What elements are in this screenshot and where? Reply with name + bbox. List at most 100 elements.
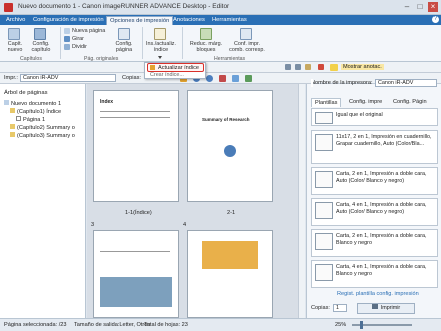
- tab-config-pagin[interactable]: Config. Págin: [393, 99, 427, 105]
- tree-item-chapter2[interactable]: (Capítulo2) Summary o: [10, 124, 75, 131]
- chapter-config-icon: [34, 28, 46, 40]
- zoom-level: 25%: [335, 322, 347, 328]
- minimize-icon[interactable]: –: [402, 2, 412, 12]
- split-icon: [64, 44, 70, 50]
- tree-item-chapter3[interactable]: (Capítulo3) Summary o: [10, 132, 75, 139]
- document-icon: [4, 100, 9, 105]
- copies-label: Copias:: [122, 75, 141, 81]
- template-card[interactable]: Igual que el original: [311, 108, 438, 126]
- new-chapter-button[interactable]: Capít. nuevo: [4, 41, 26, 53]
- page-config-button[interactable]: Config. página: [110, 41, 138, 53]
- template-card[interactable]: Carta, 2 en 1, Impresión a doble cara, B…: [311, 229, 438, 257]
- page-tree-title: Árbol de páginas: [4, 90, 48, 96]
- printer-icon: [371, 304, 378, 309]
- delete-icon[interactable]: [318, 64, 324, 70]
- tab-archivo[interactable]: Archivo: [3, 16, 28, 25]
- template-card[interactable]: Carta, 2 en 1, Impresión a doble cara, A…: [311, 167, 438, 195]
- zoom-slider-thumb[interactable]: [360, 321, 363, 329]
- insert-update-index-button[interactable]: Ins./actualiz. índice: [145, 41, 177, 53]
- chart-image: [202, 241, 258, 269]
- page-caption: 1-1(Índice): [125, 210, 152, 216]
- rotate-icon: [64, 36, 70, 42]
- zoom-icon[interactable]: [232, 75, 239, 82]
- window-title: Nuevo documento 1 - Canon imageRUNNER AD…: [18, 3, 230, 10]
- chapter-icon: [10, 108, 15, 113]
- chapter-icon: [10, 132, 15, 137]
- index-title: Index: [100, 99, 114, 105]
- copies-input[interactable]: 1: [333, 304, 347, 312]
- template-thumbnail: [315, 202, 333, 219]
- annotation-icon: [330, 64, 338, 71]
- page-number: 3: [91, 222, 95, 228]
- menu-item-actualizar-indice[interactable]: Actualizar índice: [147, 63, 204, 72]
- template-card[interactable]: Carta, 4 en 1, Impresión a doble cara, B…: [311, 260, 438, 288]
- template-card[interactable]: Carta, 4 en 1, Impresión a doble cara, A…: [311, 198, 438, 226]
- template-card[interactable]: 11x17, 2 en 1, Impresión en cuadernillo,…: [311, 130, 438, 164]
- tree-item-document[interactable]: Nuevo documento 1: [4, 100, 61, 107]
- menu-item-crear-indice[interactable]: Crear índice...: [150, 72, 184, 78]
- view-icon[interactable]: [245, 75, 252, 82]
- page-number: 4: [183, 222, 187, 228]
- page-preview-area: Index 1-1(Índice) Summary of Research 2-…: [87, 84, 305, 318]
- tab-config-impre[interactable]: Config. impre: [349, 99, 382, 105]
- page-config-icon: [118, 28, 130, 40]
- preview-page-4[interactable]: [187, 230, 273, 318]
- help-icon[interactable]: ?: [432, 16, 439, 23]
- app-icon: [4, 3, 13, 12]
- tab-herramientas[interactable]: Herramientas: [209, 16, 250, 25]
- tab-config-impresion[interactable]: Configuración de impresión: [30, 16, 107, 25]
- preview-page-summary[interactable]: Summary of Research: [187, 90, 273, 202]
- ribbon-separator: [182, 27, 183, 59]
- cut-icon[interactable]: [285, 64, 291, 70]
- preview-page-index[interactable]: Index: [93, 90, 179, 202]
- paste-icon[interactable]: [305, 64, 311, 70]
- register-template-link[interactable]: Regist. plantilla config. impresión: [337, 291, 419, 297]
- printer-label: Impr.:: [4, 75, 18, 81]
- template-thumbnail: [315, 264, 333, 281]
- tab-plantillas[interactable]: Plantillas: [311, 98, 342, 107]
- update-index-icon: [150, 65, 155, 70]
- right-printer-select[interactable]: Canon iR-ADV: [375, 79, 437, 87]
- rotate-button[interactable]: Girar: [72, 36, 84, 42]
- chapter-icon: [10, 124, 15, 129]
- text-line: [100, 111, 170, 112]
- close-icon[interactable]: ×: [428, 2, 438, 12]
- redo-icon[interactable]: [206, 75, 213, 82]
- chapter-config-button[interactable]: Config. capítulo: [28, 41, 54, 53]
- ribbon: Capít. nuevo Config. capítulo Capítulos …: [0, 25, 441, 62]
- print-settings-panel: Nombre de la impresora: Canon iR-ADV Can…: [306, 79, 441, 318]
- logo-icon: [224, 145, 236, 157]
- page-caption: 2-1: [227, 210, 236, 216]
- printer-name-select[interactable]: Canon iR-ADV: [311, 79, 313, 87]
- new-page-button[interactable]: Nueva página: [72, 28, 105, 34]
- copy-icon[interactable]: [295, 64, 301, 70]
- summary-title: Summary of Research: [202, 117, 250, 122]
- tree-item-page1[interactable]: Página 1: [16, 116, 45, 123]
- quick-toolbar: Mostrar anotac.: [0, 62, 441, 73]
- status-selected-page: Página seleccionada: /23: [4, 322, 67, 328]
- tab-anotaciones[interactable]: Anotaciones: [170, 16, 208, 25]
- tab-opciones-impresion[interactable]: Opciones de impresión: [106, 16, 174, 25]
- template-thumbnail: [315, 112, 333, 124]
- page-tree-panel: Árbol de páginas Nuevo documento 1 (Capí…: [0, 84, 86, 318]
- show-annotations-button[interactable]: Mostrar anotac.: [341, 64, 384, 70]
- status-bar: Página seleccionada: /23 Tamaño de salid…: [0, 318, 441, 331]
- printer-select[interactable]: Canon iR-ADV: [20, 74, 116, 82]
- photo-image: [100, 277, 172, 307]
- copies-label: Copias:: [311, 305, 330, 311]
- maximize-icon[interactable]: □: [415, 2, 425, 12]
- reduce-margins-button[interactable]: Reduc. márg. bloques: [188, 41, 224, 53]
- ribbon-separator: [142, 27, 143, 59]
- reduce-margins-icon: [200, 28, 212, 40]
- vertical-scrollbar[interactable]: [298, 84, 305, 318]
- status-output-size: Tamaño de salida:Letter, Otros: [74, 322, 151, 328]
- settings-icon[interactable]: [219, 75, 226, 82]
- mail-merge-button[interactable]: Conf. impr. comb. corresp.: [228, 41, 266, 53]
- print-button[interactable]: Imprimir: [357, 303, 415, 314]
- tree-item-chapter1[interactable]: (Capítulo1) Índice: [10, 108, 61, 115]
- text-line: [100, 251, 170, 252]
- ribbon-tabs: Archivo Configuración de impresión Opcio…: [0, 15, 441, 25]
- chevron-down-icon: [158, 56, 162, 59]
- preview-page-3[interactable]: [93, 230, 179, 318]
- split-button[interactable]: Dividir: [72, 44, 87, 50]
